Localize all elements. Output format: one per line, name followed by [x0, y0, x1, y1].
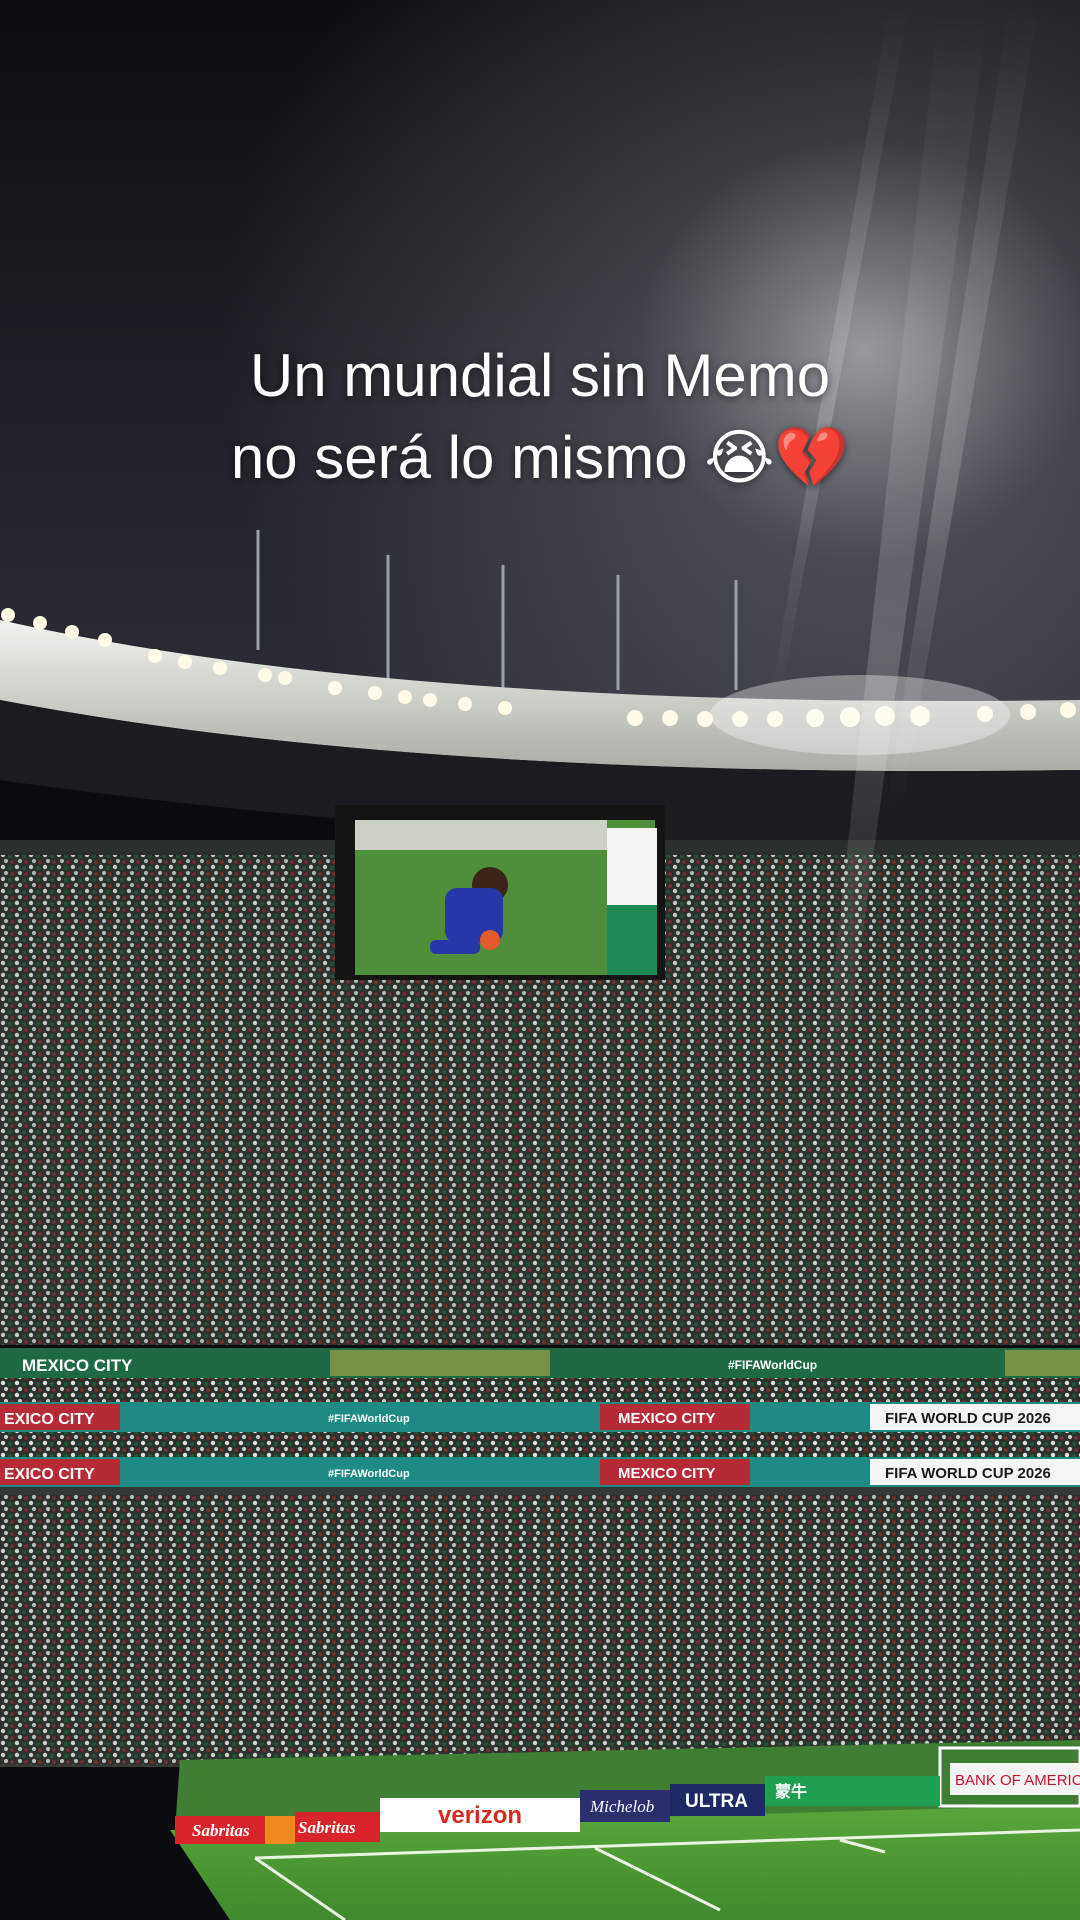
- ad-text-ultra: ULTRA: [685, 1791, 748, 1812]
- ribbon-1-hashtag: #FIFAWorldCup: [328, 1413, 410, 1425]
- upper-banner-city: MEXICO CITY: [22, 1356, 133, 1375]
- ad-text-michelob: Michelob: [589, 1797, 654, 1816]
- ribbon-2-hashtag: #FIFAWorldCup: [328, 1468, 410, 1480]
- ribbon-1-city-left: EXICO CITY: [4, 1411, 95, 1428]
- stadium-scene: MEXICO CITY #FIFAWorldCup EXICO CITY #FI…: [0, 0, 1080, 1920]
- ad-text-mengniu: 蒙牛: [775, 1782, 807, 1801]
- upper-banner-graphic: [330, 1350, 550, 1376]
- ad-board-orange: [265, 1816, 295, 1844]
- ribbon-1-cup: FIFA WORLD CUP 2026: [885, 1410, 1051, 1427]
- upper-banner-graphic-right: [1005, 1350, 1080, 1376]
- ad-text-bank: BANK OF AMERICA: [955, 1772, 1080, 1789]
- ribbon-2-city: MEXICO CITY: [618, 1465, 716, 1482]
- ad-text-sabritas-1: Sabritas: [192, 1821, 250, 1840]
- ribbon-1-city: MEXICO CITY: [618, 1410, 716, 1427]
- lower-crowd: [0, 1495, 1080, 1765]
- caption-line-1: Un mundial sin Memo: [249, 342, 831, 409]
- ribbon-2-cup: FIFA WORLD CUP 2026: [885, 1465, 1051, 1482]
- upper-banner-hashtag: #FIFAWorldCup: [728, 1358, 817, 1372]
- caption-line-2-text: no será lo mismo: [230, 424, 688, 491]
- ad-text-sabritas-2: Sabritas: [298, 1818, 356, 1837]
- middle-crowd: [0, 1378, 1080, 1406]
- video-board: [335, 805, 665, 980]
- crying-broken-heart-emoji: 😭💔: [704, 423, 850, 493]
- ad-text-verizon: verizon: [438, 1802, 522, 1829]
- caption-line-2: no será lo mismo 😭💔: [0, 417, 1080, 499]
- video-caption: Un mundial sin Memo no será lo mismo 😭💔: [0, 335, 1080, 499]
- stadium-photo: MEXICO CITY #FIFAWorldCup EXICO CITY #FI…: [0, 0, 1080, 1920]
- ribbon-2-city-left: EXICO CITY: [4, 1466, 95, 1483]
- ribbon-gap-crowd: [0, 1432, 1080, 1457]
